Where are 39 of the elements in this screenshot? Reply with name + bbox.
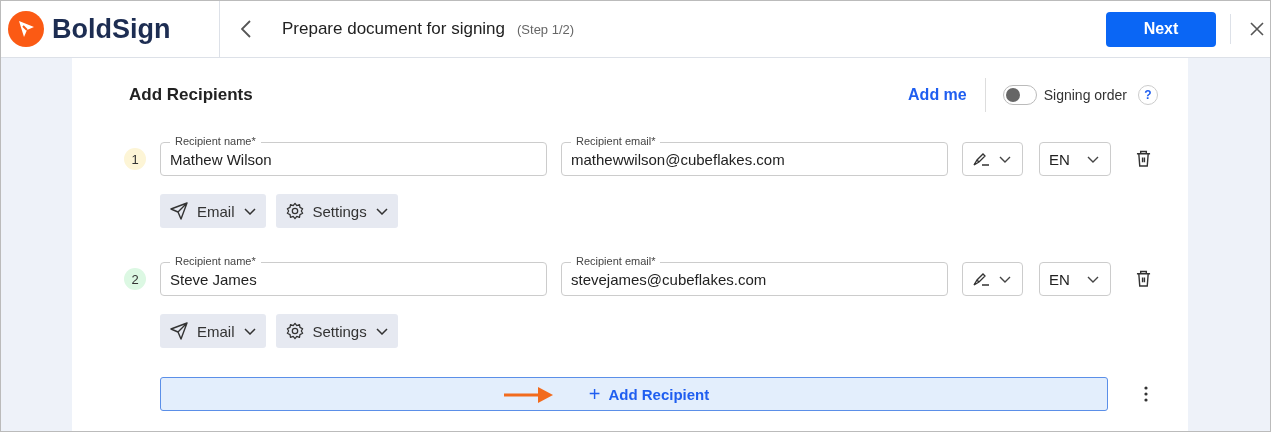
step-label: (Step 1/2) xyxy=(517,21,575,37)
page-title: Prepare document for signing xyxy=(282,19,506,39)
back-icon[interactable] xyxy=(241,20,251,38)
recipient-number: 2 xyxy=(124,268,146,290)
caret-icon xyxy=(243,327,256,335)
settings-button[interactable]: Settings xyxy=(275,314,398,348)
signer-role-dropdown[interactable] xyxy=(962,142,1023,176)
more-icon[interactable] xyxy=(1144,386,1148,402)
send-icon xyxy=(170,322,188,340)
signer-role-dropdown[interactable] xyxy=(962,262,1023,296)
caret-icon xyxy=(1087,155,1099,163)
language-dropdown[interactable]: EN xyxy=(1039,142,1111,176)
settings-button[interactable]: Settings xyxy=(275,194,398,228)
delete-icon[interactable] xyxy=(1136,150,1151,167)
settings-icon xyxy=(285,322,304,340)
delivery-button[interactable]: Email xyxy=(160,194,266,228)
pen-icon xyxy=(972,151,990,167)
logo-icon xyxy=(8,11,44,47)
caret-icon xyxy=(999,275,1011,283)
add-recipient-button[interactable]: + Add Recipient xyxy=(160,377,1108,411)
signing-order-label: Signing order xyxy=(1043,87,1127,103)
arrow-icon xyxy=(504,385,554,405)
send-icon xyxy=(170,202,188,220)
delivery-button[interactable]: Email xyxy=(160,314,266,348)
settings-icon xyxy=(285,202,304,220)
language-dropdown[interactable]: EN xyxy=(1039,262,1111,296)
next-button[interactable]: Next xyxy=(1106,11,1216,47)
caret-icon xyxy=(999,155,1011,163)
pen-icon xyxy=(972,271,990,287)
delete-icon[interactable] xyxy=(1136,270,1151,287)
add-me-link[interactable]: Add me xyxy=(908,86,967,104)
section-title: Add Recipients xyxy=(129,85,253,105)
caret-icon xyxy=(243,207,256,215)
caret-icon xyxy=(1087,275,1099,283)
close-icon[interactable] xyxy=(1250,22,1264,36)
recipient-number: 1 xyxy=(124,148,146,170)
brand-name: BoldSign xyxy=(52,13,171,45)
caret-icon xyxy=(375,207,388,215)
caret-icon xyxy=(375,327,388,335)
